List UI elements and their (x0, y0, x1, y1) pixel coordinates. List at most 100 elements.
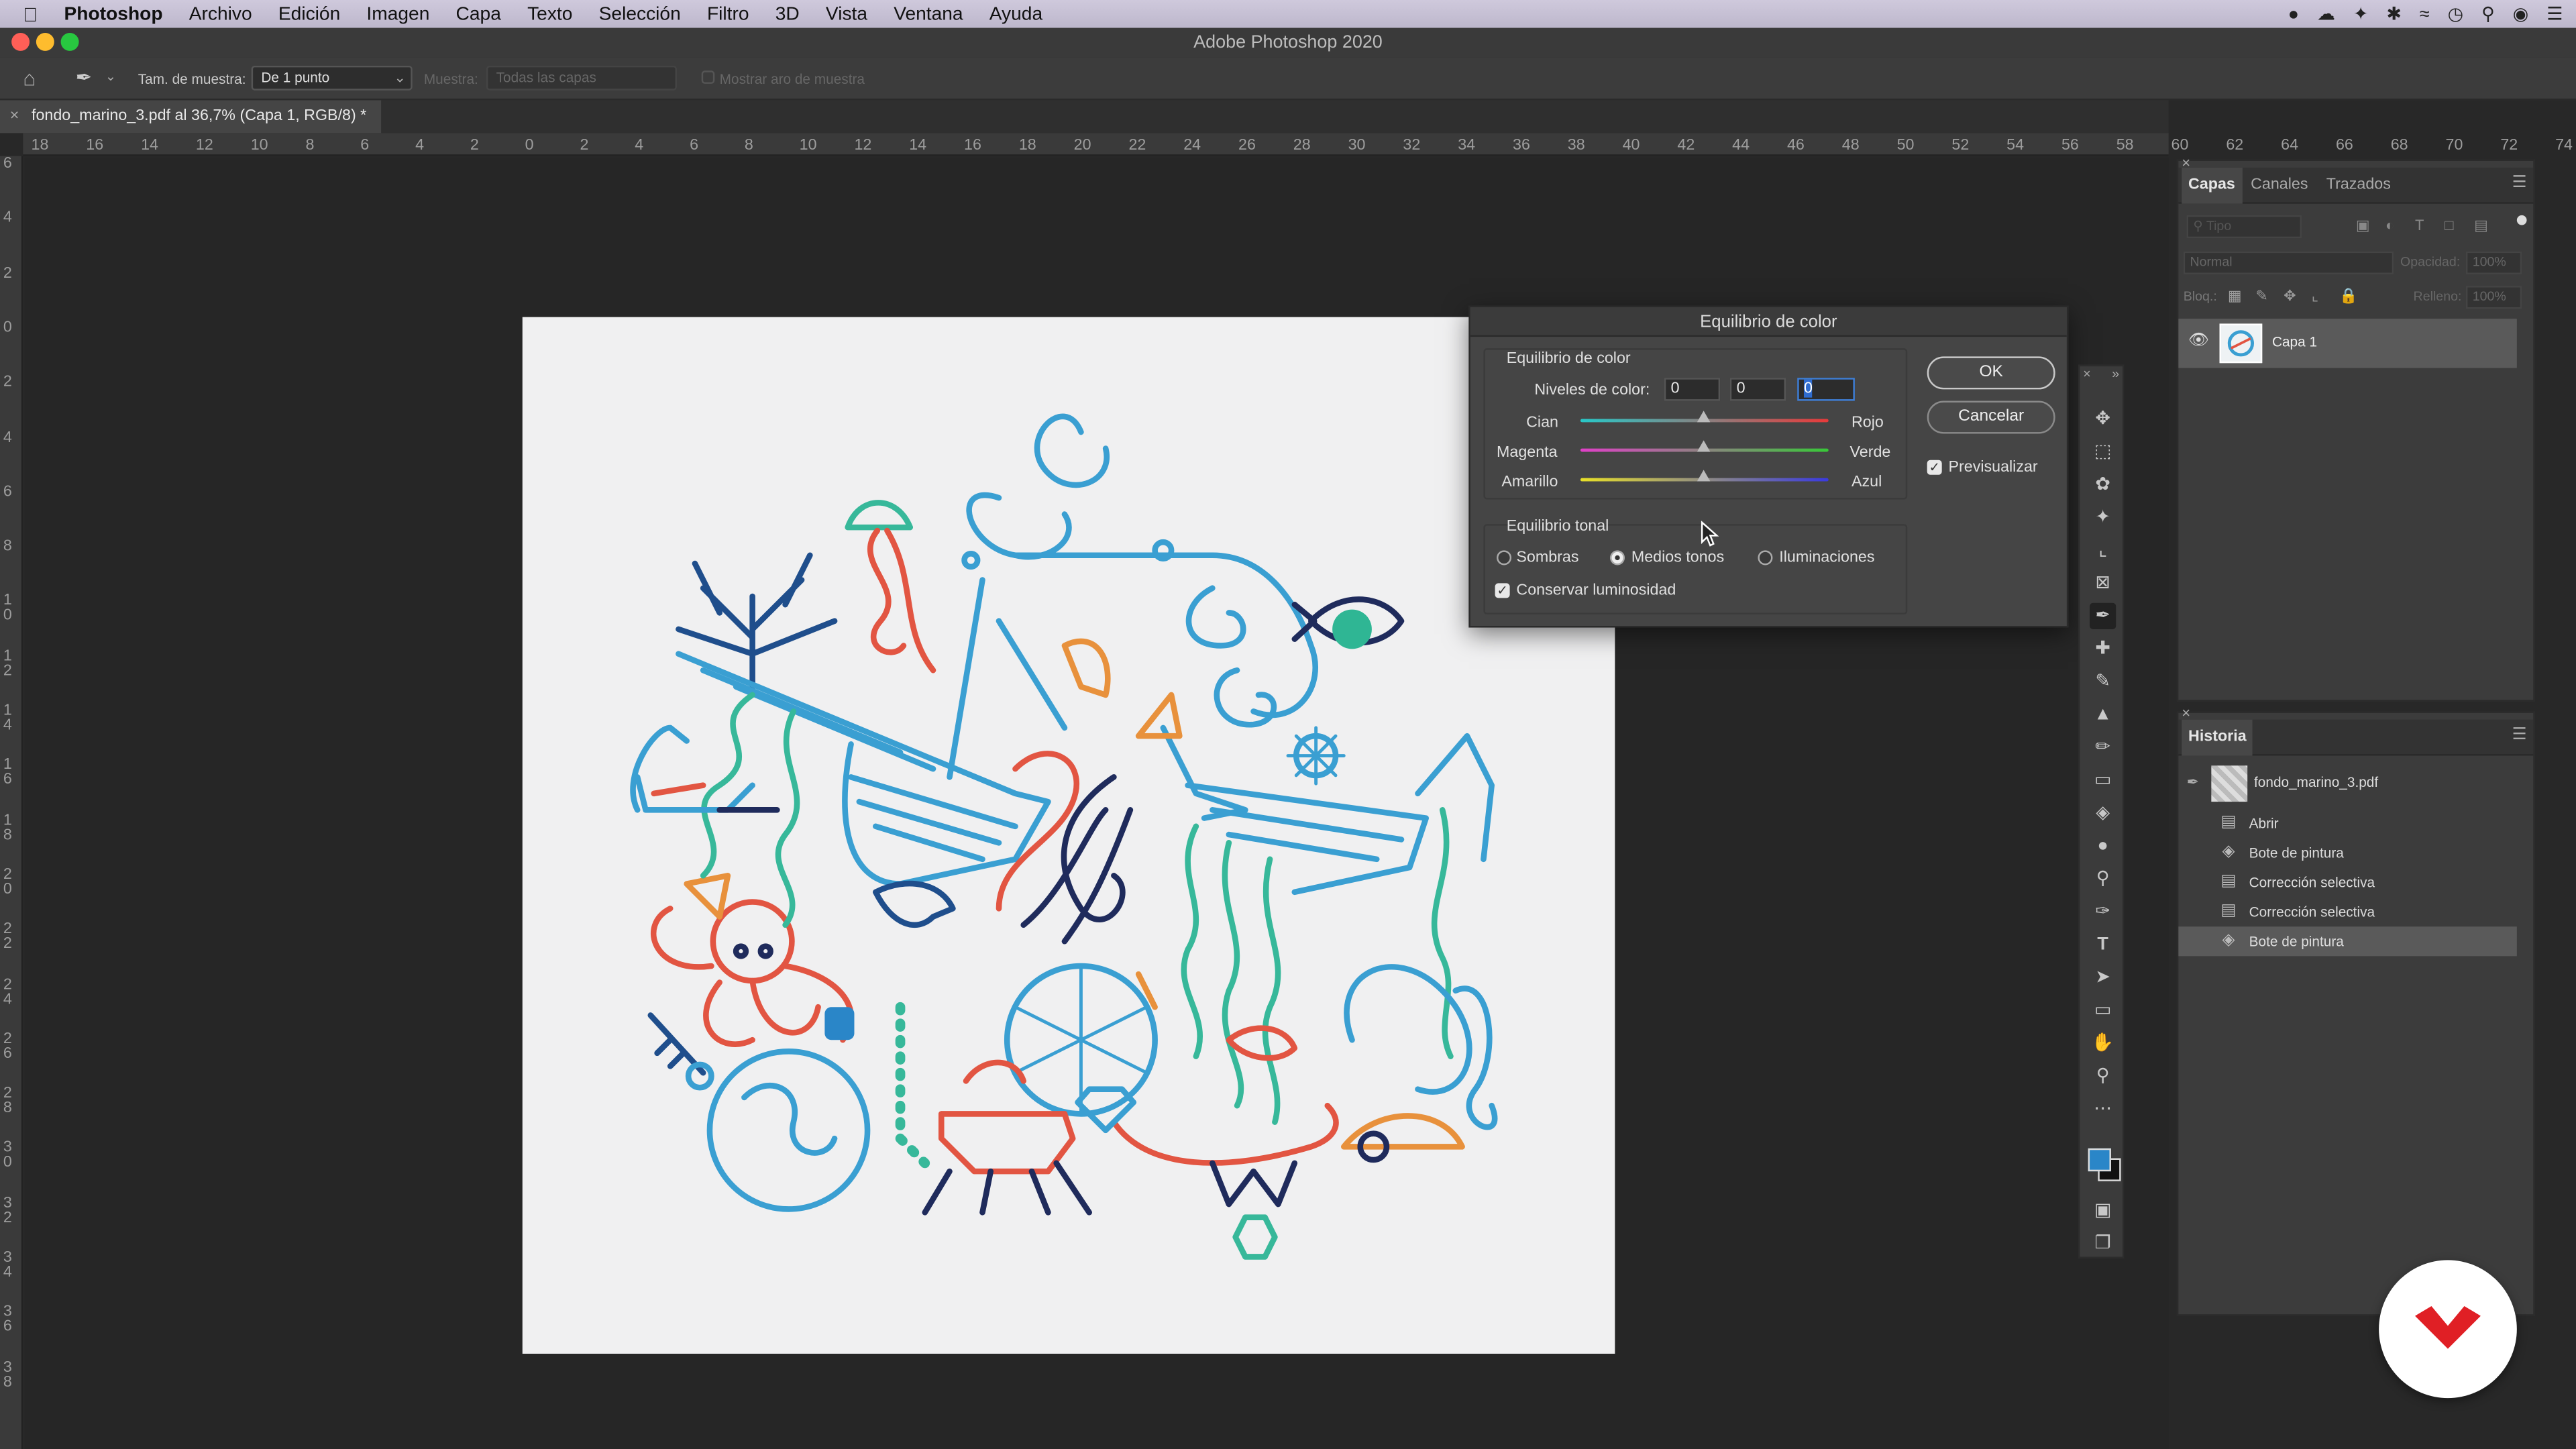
move-tool-icon[interactable]: ✥ (2090, 406, 2116, 432)
preview-checkbox[interactable]: ✓ (1927, 460, 1942, 475)
document-tab[interactable]: × fondo_marino_3.pdf al 36,7% (Capa 1, R… (0, 100, 382, 133)
panel-menu-icon[interactable]: ☰ (2512, 726, 2527, 744)
show-ring-checkbox[interactable] (701, 70, 715, 84)
pen-tool-icon[interactable]: ✑ (2090, 899, 2116, 925)
menu-app[interactable]: Photoshop (64, 4, 163, 23)
menu-filtro[interactable]: Filtro (707, 4, 749, 23)
eraser-tool-icon[interactable]: ▭ (2090, 767, 2116, 794)
history-step[interactable]: ▤ Corrección selectiva (2178, 867, 2516, 897)
history-step[interactable]: ▤ Abrir (2178, 808, 2516, 838)
lock-position-icon[interactable]: ✥ (2284, 288, 2296, 306)
blend-mode-select[interactable]: Normal (2183, 251, 2394, 274)
lock-transparent-icon[interactable]: ▦ (2228, 288, 2242, 306)
cloud-icon[interactable]: ☁ (2317, 3, 2335, 24)
cyan-red-slider-thumb[interactable] (1697, 411, 1711, 423)
history-step-active[interactable]: ◈ Bote de pintura (2178, 926, 2517, 957)
close-tab-icon[interactable]: × (10, 107, 19, 125)
ok-button[interactable]: OK (1927, 356, 2055, 390)
color-level-yellow-blue[interactable]: 0 (1797, 378, 1855, 401)
magenta-green-slider-thumb[interactable] (1697, 440, 1711, 452)
path-selection-tool-icon[interactable]: ➤ (2090, 965, 2116, 991)
panel-menu-icon[interactable]: ☰ (2512, 174, 2527, 193)
filter-toggle-icon[interactable] (2516, 215, 2527, 225)
history-snapshot[interactable]: ✒ fondo_marino_3.pdf (2178, 762, 2516, 805)
dodge-tool-icon[interactable]: ⚲ (2090, 866, 2116, 892)
minimize-window-icon[interactable] (36, 32, 54, 51)
clone-stamp-tool-icon[interactable]: ▲ (2090, 702, 2116, 728)
home-icon[interactable]: ⌂ (23, 66, 36, 91)
history-brush-source-icon[interactable]: ✒ (2187, 773, 2199, 792)
zoom-window-icon[interactable] (60, 32, 79, 51)
preserve-luminosity-checkbox[interactable]: ✓ (1495, 583, 1510, 598)
marquee-tool-icon[interactable]: ⬚ (2090, 439, 2116, 465)
crop-tool-icon[interactable]: ⌞ (2090, 537, 2116, 564)
layer-filter-select[interactable]: ⚲ Tipo (2186, 215, 2302, 239)
menu-vista[interactable]: Vista (826, 4, 867, 23)
script-icon[interactable]: ✦ (2353, 3, 2369, 24)
quick-mask-icon[interactable]: ▣ (2090, 1197, 2116, 1224)
color-level-magenta-green[interactable]: 0 (1729, 378, 1786, 401)
clock-icon[interactable]: ◷ (2448, 3, 2464, 24)
zoom-tool-icon[interactable]: ⚲ (2090, 1063, 2116, 1089)
type-tool-icon[interactable]: T (2090, 932, 2116, 958)
wifi-icon[interactable]: ≈ (2420, 4, 2430, 23)
filter-smart-object-icon[interactable]: ▤ (2474, 217, 2488, 235)
menu-edicion[interactable]: Edición (278, 4, 340, 23)
sample-select[interactable]: Todas las capas (486, 65, 677, 91)
history-step[interactable]: ◈ Bote de pintura (2178, 838, 2516, 867)
radio-midtones[interactable] (1610, 550, 1625, 566)
menu-imagen[interactable]: Imagen (366, 4, 429, 23)
close-panel-icon[interactable]: × (2083, 366, 2090, 381)
screen-mode-icon[interactable]: ❐ (2090, 1230, 2116, 1256)
fill-field[interactable]: 100% (2465, 286, 2522, 309)
filter-pixel-icon[interactable]: ▣ (2356, 217, 2370, 235)
document-canvas[interactable] (522, 317, 1615, 1354)
eyedropper-tool-icon[interactable]: ✒ (2090, 602, 2116, 629)
sample-size-select[interactable]: De 1 punto ⌄ (251, 65, 413, 91)
rectangle-tool-icon[interactable]: ▭ (2090, 998, 2116, 1024)
tab-layers[interactable]: Capas (2182, 167, 2242, 204)
filter-type-icon[interactable]: T (2415, 217, 2424, 233)
more-tools-icon[interactable]: ⋯ (2090, 1095, 2116, 1122)
brush-tool-icon[interactable]: ✎ (2090, 669, 2116, 695)
yellow-blue-slider-thumb[interactable] (1697, 470, 1711, 482)
filter-shape-icon[interactable]: □ (2445, 217, 2453, 233)
radio-shadows[interactable] (1497, 550, 1512, 566)
close-panel-icon[interactable]: × (2182, 705, 2190, 721)
color-level-cyan-red[interactable]: 0 (1664, 378, 1721, 401)
eyedropper-tool-icon[interactable]: ✒ (76, 66, 93, 89)
menu-capa[interactable]: Capa (456, 4, 501, 23)
tab-history[interactable]: Historia (2182, 719, 2253, 756)
close-window-icon[interactable] (11, 32, 30, 51)
cancel-button[interactable]: Cancelar (1927, 400, 2055, 434)
apple-icon[interactable]:  (23, 3, 38, 25)
menu-texto[interactable]: Texto (527, 4, 572, 23)
hand-tool-icon[interactable]: ✋ (2090, 1030, 2116, 1057)
lock-paint-icon[interactable]: ✎ (2255, 288, 2267, 306)
lock-artboard-icon[interactable]: ⌞ (2312, 288, 2318, 306)
lock-all-icon[interactable]: 🔒 (2339, 288, 2357, 306)
tab-paths[interactable]: Trazados (2320, 168, 2398, 204)
history-step[interactable]: ▤ Corrección selectiva (2178, 897, 2516, 926)
siri-icon[interactable]: ◉ (2513, 3, 2529, 24)
record-icon[interactable]: ● (2288, 4, 2299, 23)
blur-tool-icon[interactable]: ● (2090, 833, 2116, 859)
tab-channels[interactable]: Canales (2244, 168, 2314, 204)
history-brush-tool-icon[interactable]: ✏ (2090, 735, 2116, 761)
frame-tool-icon[interactable]: ⊠ (2090, 570, 2116, 596)
lasso-tool-icon[interactable]: ✿ (2090, 472, 2116, 498)
search-icon[interactable]: ⚲ (2481, 3, 2495, 24)
radio-highlights[interactable] (1758, 550, 1773, 566)
foreground-color-swatch[interactable] (2088, 1148, 2111, 1172)
menu-ventana[interactable]: Ventana (894, 4, 963, 23)
healing-brush-tool-icon[interactable]: ✚ (2090, 636, 2116, 662)
filter-adjustment-icon[interactable]: ◐ (2385, 217, 2394, 233)
layer-row[interactable]: 👁 Capa 1 (2178, 319, 2517, 368)
menu-archivo[interactable]: Archivo (189, 4, 252, 23)
collapse-panel-icon[interactable]: » (2112, 366, 2119, 381)
tool-preset-chevron-icon[interactable]: ⌄ (105, 69, 116, 84)
bluetooth-icon[interactable]: ✱ (2386, 3, 2402, 24)
visibility-eye-icon[interactable]: 👁 (2188, 332, 2209, 350)
opacity-field[interactable]: 100% (2465, 251, 2522, 274)
menu-seleccion[interactable]: Selección (599, 4, 681, 23)
